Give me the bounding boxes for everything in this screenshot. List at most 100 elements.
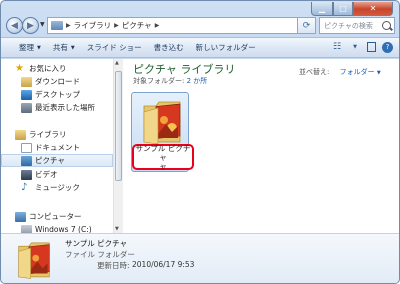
organize-label: 整理 — [19, 43, 34, 52]
new-folder-button[interactable]: 新しいフォルダー — [190, 39, 262, 56]
recent-pages-dropdown[interactable]: ▼ — [40, 21, 47, 30]
nav-drive-c[interactable]: Windows 7 (C:) — [21, 223, 92, 233]
picture-folder-icon — [18, 242, 50, 279]
arrange-by-value: フォルダー — [339, 68, 375, 76]
nav-music[interactable]: ♪ ミュージック — [21, 181, 80, 194]
target-folders-label: 対象フォルダー: — [133, 77, 185, 85]
share-label: 共有 — [52, 43, 68, 52]
nav-pictures[interactable]: ピクチャ — [1, 154, 113, 167]
breadcrumb-libraries[interactable]: ライブラリ — [74, 20, 112, 31]
breadcrumb-separator-icon[interactable]: ▶ — [114, 22, 119, 29]
command-bar: 整理 ▼ 共有 ▼ スライド ショー 書き込む 新しいフォルダー ☷ ▼ ? — [1, 37, 399, 58]
address-bar[interactable]: ▶ ライブラリ ▶ ピクチャ ▶ — [47, 17, 298, 34]
desktop-icon — [21, 89, 32, 100]
nav-libraries[interactable]: ライブラリ — [15, 128, 67, 141]
nav-desktop[interactable]: デスクトップ — [21, 88, 80, 101]
minimize-button[interactable]: ▁ — [311, 2, 333, 16]
close-icon: ✕ — [369, 4, 377, 13]
chevron-down-icon: ▼ — [70, 44, 75, 51]
breadcrumb-pictures[interactable]: ピクチャ — [122, 20, 152, 31]
title-bar: ▁ □ ✕ ◀ ▶ ▼ ▶ ライブラリ ▶ ピクチャ ▶ ⟳ ピクチャの検索 — [1, 1, 399, 37]
details-name: サンプル ピクチャ — [65, 239, 128, 248]
details-modified-label: 更新日時: — [97, 261, 130, 270]
arrange-by-label: 並べ替え: — [299, 68, 330, 76]
nav-label: お気に入り — [29, 64, 67, 73]
documents-icon — [21, 142, 32, 153]
nav-label: ビデオ — [35, 170, 58, 179]
folder-name-line2: ャ — [159, 161, 167, 171]
content-pane: ピクチャ ライブラリ 対象フォルダー: 2 か所 並べ替え: フォルダー ▼ サ… — [123, 59, 399, 233]
drive-icon — [21, 224, 32, 233]
chevron-down-icon: ▼ — [376, 70, 381, 76]
explorer-window: ▁ □ ✕ ◀ ▶ ▼ ▶ ライブラリ ▶ ピクチャ ▶ ⟳ ピクチャの検索 整… — [0, 0, 400, 284]
maximize-button[interactable]: □ — [333, 2, 353, 16]
burn-button[interactable]: 書き込む — [148, 39, 190, 56]
pictures-icon — [21, 155, 32, 166]
recent-places-icon — [21, 102, 32, 113]
slideshow-label: スライド ショー — [86, 43, 142, 52]
details-type: ファイル フォルダー — [65, 250, 135, 259]
search-icon[interactable] — [382, 21, 391, 30]
music-icon: ♪ — [21, 181, 28, 193]
nav-label: デスクトップ — [35, 90, 80, 99]
nav-label: ダウンロード — [35, 77, 80, 86]
share-button[interactable]: 共有 ▼ — [47, 39, 81, 56]
computer-icon — [15, 211, 26, 222]
nav-label: ドキュメント — [35, 143, 80, 152]
breadcrumb-separator-icon[interactable]: ▶ — [66, 22, 71, 29]
arrange-by: 並べ替え: フォルダー ▼ — [299, 67, 381, 77]
library-target-folders: 対象フォルダー: 2 か所 — [133, 76, 207, 86]
star-icon: ★ — [15, 62, 24, 74]
burn-label: 書き込む — [153, 43, 184, 52]
chevron-down-icon: ▼ — [37, 44, 41, 51]
scroll-up-icon[interactable]: ▲ — [115, 60, 119, 66]
new-folder-label: 新しいフォルダー — [195, 43, 256, 52]
close-button[interactable]: ✕ — [353, 2, 393, 16]
download-folder-icon — [21, 76, 32, 87]
view-options-icon[interactable]: ☷ — [331, 41, 343, 53]
details-modified-value: 2010/06/17 9:53 — [132, 260, 195, 269]
breadcrumb-separator-icon[interactable]: ▶ — [155, 22, 160, 29]
preview-pane-icon[interactable] — [367, 42, 376, 52]
folder-name-label[interactable]: サンプル ピクチャ ャ — [132, 143, 194, 171]
slideshow-button[interactable]: スライド ショー — [81, 39, 148, 56]
folder-name-line1: サンプル ピクチャ — [135, 143, 191, 162]
organize-button[interactable]: 整理 ▼ — [13, 39, 47, 56]
nav-scrollbar[interactable]: ▲ ▼ — [113, 59, 123, 233]
search-input[interactable]: ピクチャの検索 — [319, 17, 395, 34]
arrange-by-dropdown[interactable]: フォルダー ▼ — [340, 68, 381, 76]
nav-label: 最近表示した場所 — [35, 103, 95, 112]
help-icon[interactable]: ? — [382, 41, 393, 53]
nav-label: ライブラリ — [29, 130, 67, 139]
view-dropdown-icon[interactable]: ▼ — [349, 41, 361, 53]
nav-recent-places[interactable]: 最近表示した場所 — [21, 101, 95, 114]
nav-videos[interactable]: ビデオ — [21, 168, 58, 181]
nav-documents[interactable]: ドキュメント — [21, 141, 80, 154]
nav-label: コンピューター — [29, 212, 82, 221]
scroll-down-icon[interactable]: ▼ — [115, 226, 119, 232]
back-button[interactable]: ◀ — [6, 17, 23, 34]
picture-folder-icon — [143, 101, 181, 144]
details-pane: サンプル ピクチャ ファイル フォルダー 更新日時: 2010/06/17 9:… — [1, 233, 399, 283]
minimize-icon: ▁ — [318, 4, 326, 13]
refresh-icon: ⟳ — [302, 20, 311, 31]
nav-favorites[interactable]: ★ お気に入り — [15, 62, 67, 75]
videos-icon — [21, 169, 32, 180]
back-arrow-icon: ◀ — [11, 20, 18, 31]
target-folders-link[interactable]: 2 か所 — [187, 77, 208, 85]
library-folder-icon — [51, 21, 63, 30]
maximize-icon: □ — [339, 4, 347, 13]
library-title: ピクチャ ライブラリ — [133, 63, 236, 76]
nav-label: ミュージック — [35, 183, 80, 192]
forward-arrow-icon: ▶ — [27, 20, 34, 31]
library-icon — [15, 129, 26, 140]
nav-downloads[interactable]: ダウンロード — [21, 75, 80, 88]
search-placeholder: ピクチャの検索 — [324, 21, 373, 30]
refresh-button[interactable]: ⟳ — [298, 17, 316, 34]
navigation-pane: ★ お気に入り ダウンロード デスクトップ 最近表示した場所 ライブラリ ドキュ… — [1, 59, 113, 233]
scrollbar-thumb[interactable] — [115, 71, 122, 181]
nav-label: ピクチャ — [35, 156, 65, 165]
forward-button[interactable]: ▶ — [22, 17, 39, 34]
nav-label: Windows 7 (C:) — [35, 225, 92, 233]
nav-computer[interactable]: コンピューター — [15, 210, 82, 223]
